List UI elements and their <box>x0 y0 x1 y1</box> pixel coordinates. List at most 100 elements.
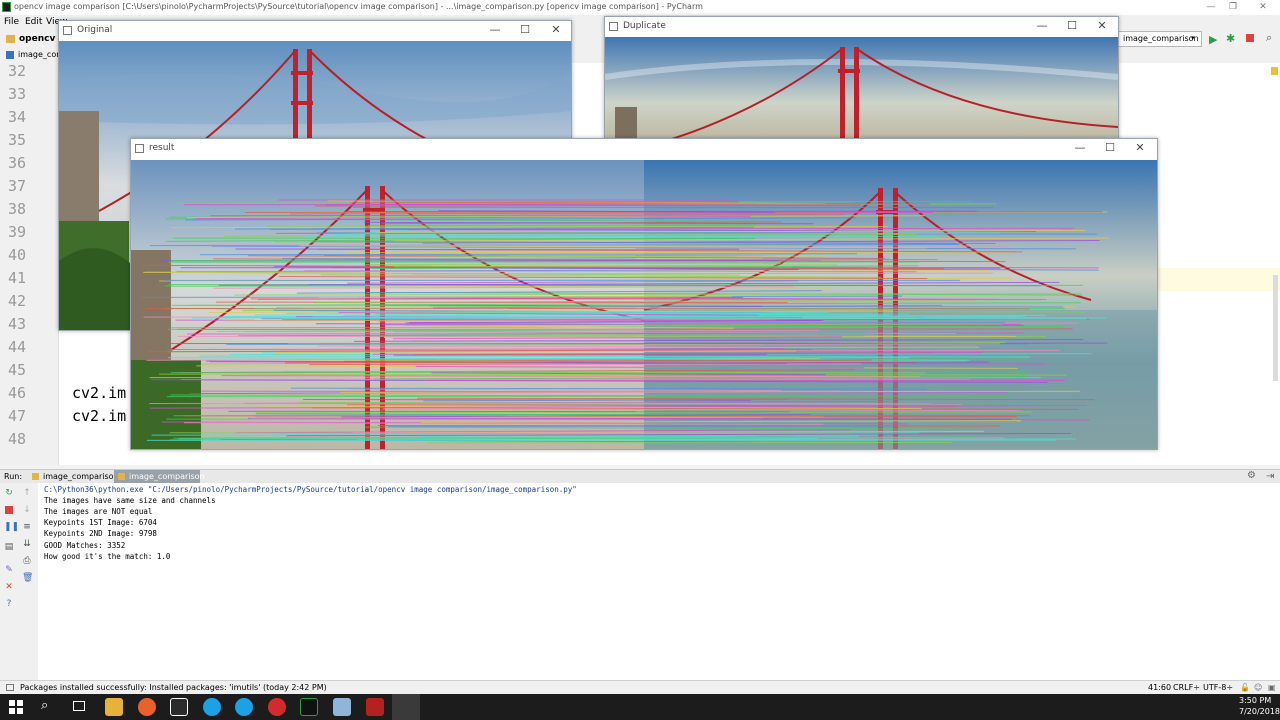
rerun-icon[interactable]: ↻ <box>4 488 14 498</box>
scroll-end-icon[interactable]: ⇊ <box>22 539 32 549</box>
layout-icon[interactable]: ▤ <box>4 542 14 552</box>
video-editor-icon[interactable] <box>366 698 384 716</box>
console-line: GOOD Matches: 3352 <box>44 541 126 550</box>
python-run-icon <box>32 473 39 480</box>
run-config-select[interactable]: image_comparison ▾ <box>1118 31 1202 47</box>
pause-icon[interactable]: ❚❚ <box>4 522 19 532</box>
firefox-icon[interactable] <box>138 698 156 716</box>
line-number: 33 <box>7 85 26 103</box>
minimize-icon[interactable]: — <box>1200 0 1222 14</box>
clock-date[interactable]: 7/20/2018 <box>1239 707 1280 716</box>
python-app-icon[interactable] <box>392 694 420 720</box>
run-console[interactable]: C:\Python36\python.exe "C:/Users/pinolo/… <box>38 483 1280 680</box>
python-run-icon <box>118 473 125 480</box>
line-number: 44 <box>7 338 26 356</box>
mail-icon[interactable] <box>170 698 188 716</box>
scroll-down-icon[interactable]: ↓ <box>22 505 32 515</box>
folder-icon <box>6 35 15 43</box>
editor-scrollbar[interactable] <box>1273 275 1278 381</box>
file-explorer-icon[interactable] <box>105 698 123 716</box>
console-line: How good it's the match: 1.0 <box>44 552 171 561</box>
duplicate-title-bar[interactable]: Duplicate — ☐ ✕ <box>605 17 1118 37</box>
window-icon <box>135 144 144 153</box>
run-label: Run: <box>4 472 23 481</box>
soft-wrap-icon[interactable]: ≡ <box>22 522 32 532</box>
duplicate-window[interactable]: Duplicate — ☐ ✕ <box>604 16 1119 148</box>
pycharm-icon[interactable] <box>300 698 318 716</box>
event-log-icon[interactable]: ▣ <box>1268 683 1276 692</box>
duplicate-image <box>605 37 1118 147</box>
tool-windows-icon[interactable] <box>6 684 14 691</box>
pin-icon[interactable]: ✎ <box>4 565 14 575</box>
file-encoding[interactable]: UTF-8÷ <box>1203 683 1233 692</box>
close-icon[interactable]: ✕ <box>1091 19 1113 32</box>
scroll-up-icon[interactable]: ↑ <box>22 488 32 498</box>
result-window-title: result <box>149 143 175 153</box>
feature-match-line <box>149 403 963 405</box>
gear-icon[interactable]: ⚙ <box>1247 470 1256 481</box>
warning-marker[interactable] <box>1271 67 1278 75</box>
close-icon[interactable]: ✕ <box>1252 0 1274 14</box>
search-icon[interactable]: ⌕ <box>1266 31 1272 45</box>
skype-icon[interactable] <box>235 698 253 716</box>
menu-edit[interactable]: Edit <box>25 17 42 27</box>
original-window-title: Original <box>77 25 113 35</box>
search-icon[interactable]: ⌕ <box>41 698 48 713</box>
maximize-icon[interactable]: ☐ <box>1061 19 1083 32</box>
run-tab-2[interactable]: image_comparison <box>114 470 205 484</box>
cursor-position[interactable]: 41:60 <box>1148 683 1171 692</box>
feature-match-line <box>256 411 1032 414</box>
line-number: 35 <box>7 131 26 149</box>
maximize-icon[interactable]: ☐ <box>1099 141 1121 154</box>
line-number: 45 <box>7 361 26 379</box>
menu-file[interactable]: File <box>4 17 19 27</box>
ide-window-title: opencv image comparison [C:\Users\pinolo… <box>14 2 703 11</box>
chevron-down-icon: ▾ <box>1191 34 1195 42</box>
debug-icon[interactable]: ✱ <box>1226 32 1235 45</box>
pycharm-icon <box>2 2 11 12</box>
result-image <box>131 160 1157 449</box>
task-view-icon[interactable] <box>73 701 85 711</box>
hide-panel-icon[interactable]: ⇥ <box>1266 471 1274 482</box>
print-icon[interactable]: ⎙ <box>22 556 32 566</box>
power-app-icon[interactable] <box>268 698 286 716</box>
stop-icon[interactable] <box>1246 34 1254 42</box>
line-number: 42 <box>7 292 26 310</box>
windows-start-icon[interactable] <box>9 700 23 714</box>
close-icon[interactable]: ✕ <box>4 582 14 592</box>
feature-match-line <box>284 436 1005 439</box>
inspector-icon[interactable]: ☺ <box>1254 683 1262 692</box>
line-number: 37 <box>7 177 26 195</box>
trash-icon[interactable]: 🗑 <box>22 573 33 583</box>
minimize-icon[interactable]: — <box>1069 141 1091 154</box>
minimize-icon[interactable]: — <box>1031 19 1053 32</box>
run-config-label: image_comparison <box>1123 34 1199 43</box>
run-icon[interactable]: ▶ <box>1209 33 1217 46</box>
run-tab-label: image_comparison <box>129 472 205 481</box>
run-toolbar: ↻ ↑ ↓ ❚❚ ≡ ▤ ⇊ ⎙ ✎ 🗑 ✕ ? <box>0 483 39 680</box>
line-number: 32 <box>7 62 26 80</box>
maximize-icon[interactable]: ☐ <box>514 23 536 36</box>
line-separator[interactable]: CRLF÷ <box>1173 683 1200 692</box>
line-number: 34 <box>7 108 26 126</box>
skype-icon[interactable] <box>203 698 221 716</box>
line-number: 43 <box>7 315 26 333</box>
feature-match-line <box>346 251 1012 254</box>
run-tab-1[interactable]: image_comparison <box>28 470 119 484</box>
original-title-bar[interactable]: Original — ☐ ✕ <box>59 21 571 41</box>
help-icon[interactable]: ? <box>4 599 14 609</box>
status-message[interactable]: Packages installed successfully: Install… <box>20 683 327 692</box>
line-number: 36 <box>7 154 26 172</box>
minimize-icon[interactable]: — <box>484 23 506 36</box>
close-icon[interactable]: ✕ <box>545 23 567 36</box>
notepad-icon[interactable] <box>333 698 351 716</box>
result-window[interactable]: result — ☐ ✕ <box>130 138 1158 450</box>
result-title-bar[interactable]: result — ☐ ✕ <box>131 139 1157 159</box>
stop-icon[interactable] <box>5 506 13 514</box>
close-icon[interactable]: ✕ <box>1129 141 1151 154</box>
lock-icon[interactable]: 🔓 <box>1240 683 1250 692</box>
clock-time[interactable]: 3:50 PM <box>1239 696 1271 705</box>
restore-icon[interactable]: ❐ <box>1222 0 1244 14</box>
line-number: 40 <box>7 246 26 264</box>
line-number: 38 <box>7 200 26 218</box>
